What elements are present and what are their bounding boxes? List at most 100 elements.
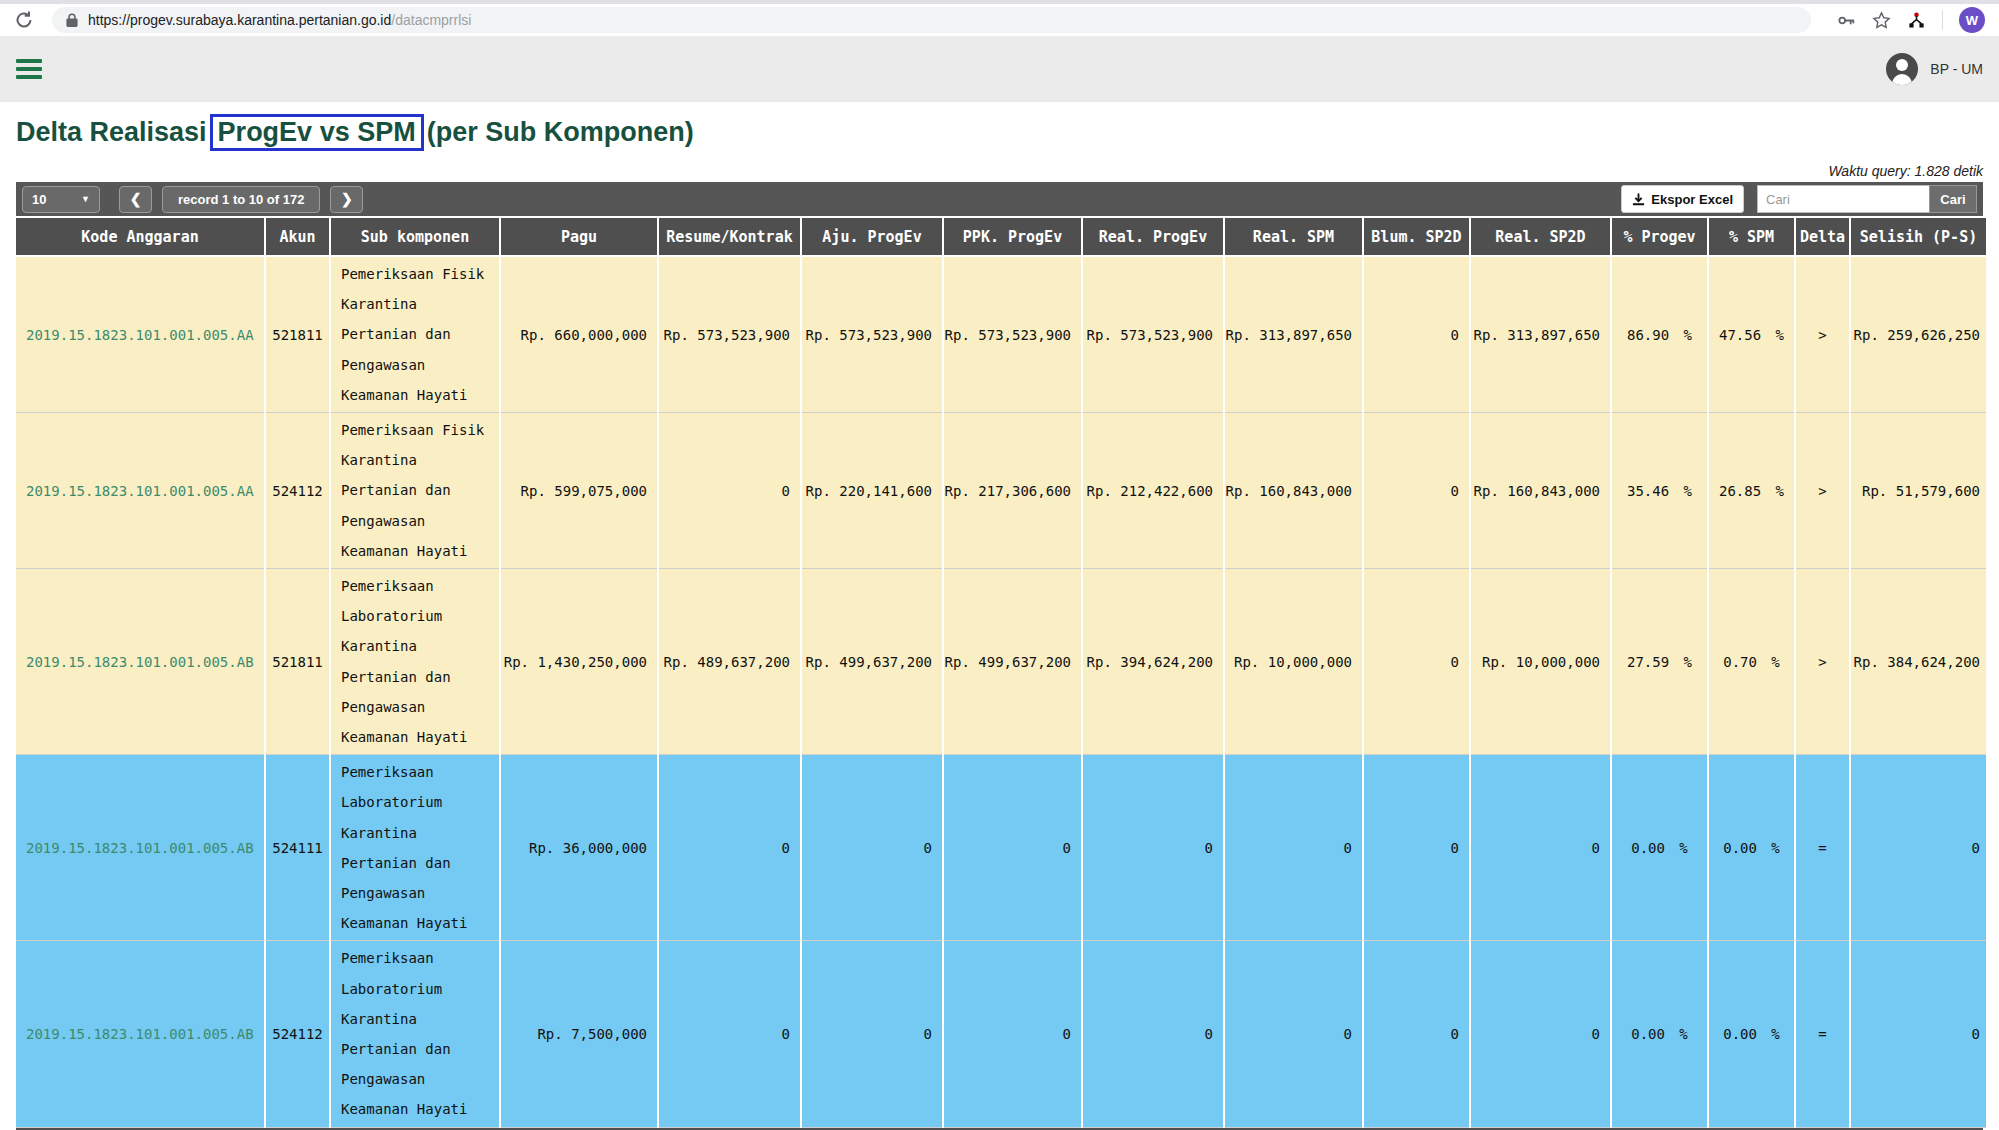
query-time: Waktu query: 1.828 detik	[16, 163, 1983, 179]
cell-ppk: Rp. 573,523,900	[943, 256, 1082, 413]
page-size-select[interactable]: 10▼	[22, 186, 100, 213]
cell-ppk: Rp. 217,306,600	[943, 413, 1082, 569]
cell-realspm: Rp. 10,000,000	[1224, 569, 1363, 755]
column-header-realsp2d[interactable]: Real. SP2D	[1470, 218, 1611, 256]
cell-delta: =	[1795, 755, 1850, 941]
menu-hamburger-icon[interactable]	[16, 59, 42, 79]
cell-aju: 0	[801, 941, 943, 1127]
column-header-resume[interactable]: Resume/Kontrak	[658, 218, 801, 256]
cell-realprogev: Rp. 212,422,600	[1082, 413, 1224, 569]
bookmark-star-icon[interactable]	[1872, 11, 1891, 30]
prev-page-button[interactable]: ❮	[119, 186, 152, 213]
divider	[1942, 10, 1943, 30]
cell-blum: 0	[1363, 256, 1470, 413]
cell-delta: >	[1795, 256, 1850, 413]
cell-pagu: Rp. 660,000,000	[500, 256, 658, 413]
cell-akun: 521811	[265, 256, 330, 413]
cell-sub: PemeriksaanLaboratoriumKarantinaPertania…	[330, 941, 500, 1127]
cell-akun: 521811	[265, 569, 330, 755]
cell-kode: 2019.15.1823.101.001.005.AB	[16, 941, 265, 1127]
search-button[interactable]: Cari	[1929, 185, 1977, 213]
column-header-delta[interactable]: Delta	[1795, 218, 1850, 256]
next-page-button[interactable]: ❯	[330, 186, 363, 213]
cell-sub: PemeriksaanLaboratoriumKarantinaPertania…	[330, 755, 500, 941]
cell-akun: 524112	[265, 941, 330, 1127]
column-header-akun[interactable]: Akun	[265, 218, 330, 256]
browser-chrome: https://progev.surabaya.karantina.pertan…	[0, 0, 1999, 36]
column-header-kode[interactable]: Kode Anggaran	[16, 218, 265, 256]
cell-pctprogev: 35.46 %	[1611, 413, 1708, 569]
cell-selisih: 0	[1850, 755, 1986, 941]
extension-icon[interactable]	[1907, 11, 1926, 30]
cell-sub: Pemeriksaan FisikKarantinaPertanian danP…	[330, 413, 500, 569]
cell-pagu: Rp. 36,000,000	[500, 755, 658, 941]
export-excel-button[interactable]: Ekspor Excel	[1621, 185, 1744, 213]
cell-aju: Rp. 220,141,600	[801, 413, 943, 569]
cell-realprogev: 0	[1082, 941, 1224, 1127]
cell-pctspm: 0.00 %	[1708, 941, 1795, 1127]
cell-resume: 0	[658, 413, 801, 569]
cell-sub: Pemeriksaan FisikKarantinaPertanian danP…	[330, 256, 500, 413]
column-header-realspm[interactable]: Real. SPM	[1224, 218, 1363, 256]
data-table: Kode AnggaranAkunSub komponenPaguResume/…	[16, 218, 1986, 1128]
cell-realsp2d: 0	[1470, 755, 1611, 941]
cell-realsp2d: Rp. 10,000,000	[1470, 569, 1611, 755]
column-header-sub[interactable]: Sub komponen	[330, 218, 500, 256]
cell-pctprogev: 0.00 %	[1611, 941, 1708, 1127]
cell-kode: 2019.15.1823.101.001.005.AA	[16, 256, 265, 413]
cell-pctprogev: 0.00 %	[1611, 755, 1708, 941]
cell-realsp2d: Rp. 313,897,650	[1470, 256, 1611, 413]
column-header-pagu[interactable]: Pagu	[500, 218, 658, 256]
cell-delta: >	[1795, 413, 1850, 569]
table-row: 2019.15.1823.101.001.005.AB521811Pemerik…	[16, 569, 1986, 755]
cell-realprogev: Rp. 573,523,900	[1082, 256, 1224, 413]
title-highlight-box: ProgEv vs SPM	[210, 114, 424, 151]
app-navbar: BP - UM	[0, 36, 1999, 102]
cell-realspm: 0	[1224, 755, 1363, 941]
cell-realprogev: Rp. 394,624,200	[1082, 569, 1224, 755]
cell-aju: Rp. 573,523,900	[801, 256, 943, 413]
cell-selisih: Rp. 51,579,600	[1850, 413, 1986, 569]
address-bar[interactable]: https://progev.surabaya.karantina.pertan…	[52, 7, 1811, 33]
column-header-realprogev[interactable]: Real. ProgEv	[1082, 218, 1224, 256]
cell-pagu: Rp. 599,075,000	[500, 413, 658, 569]
cell-resume: 0	[658, 755, 801, 941]
cell-aju: 0	[801, 755, 943, 941]
cell-delta: >	[1795, 569, 1850, 755]
lock-icon	[66, 13, 78, 27]
cell-ppk: 0	[943, 941, 1082, 1127]
column-header-ppk[interactable]: PPK. ProgEv	[943, 218, 1082, 256]
cell-realsp2d: Rp. 160,843,000	[1470, 413, 1611, 569]
cell-sub: PemeriksaanLaboratoriumKarantinaPertania…	[330, 569, 500, 755]
cell-pctprogev: 27.59 %	[1611, 569, 1708, 755]
column-header-blum[interactable]: Blum. SP2D	[1363, 218, 1470, 256]
cell-akun: 524112	[265, 413, 330, 569]
table-header-row: Kode AnggaranAkunSub komponenPaguResume/…	[16, 218, 1986, 256]
cell-delta: =	[1795, 941, 1850, 1127]
cell-kode: 2019.15.1823.101.001.005.AA	[16, 413, 265, 569]
cell-ppk: 0	[943, 755, 1082, 941]
cell-selisih: Rp. 384,624,200	[1850, 569, 1986, 755]
cell-selisih: 0	[1850, 941, 1986, 1127]
column-header-aju[interactable]: Aju. ProgEv	[801, 218, 943, 256]
user-menu[interactable]: BP - UM	[1886, 53, 1983, 85]
cell-realsp2d: 0	[1470, 941, 1611, 1127]
search-input[interactable]	[1757, 185, 1929, 213]
column-header-selisih[interactable]: Selisih (P-S)	[1850, 218, 1986, 256]
reload-icon[interactable]	[14, 10, 34, 30]
cell-pctspm: 0.00 %	[1708, 755, 1795, 941]
table-row: 2019.15.1823.101.001.005.AA521811Pemerik…	[16, 256, 1986, 413]
browser-profile-avatar[interactable]: W	[1959, 7, 1985, 33]
cell-kode: 2019.15.1823.101.001.005.AB	[16, 755, 265, 941]
cell-pctprogev: 86.90 %	[1611, 256, 1708, 413]
cell-realspm: 0	[1224, 941, 1363, 1127]
user-avatar-icon	[1886, 53, 1918, 85]
key-icon[interactable]	[1837, 11, 1856, 30]
cell-pctspm: 26.85 %	[1708, 413, 1795, 569]
download-icon	[1632, 193, 1645, 206]
url-text: https://progev.surabaya.karantina.pertan…	[88, 12, 471, 28]
cell-selisih: Rp. 259,626,250	[1850, 256, 1986, 413]
column-header-pctspm[interactable]: % SPM	[1708, 218, 1795, 256]
table-toolbar: 10▼ ❮ record 1 to 10 of 172 ❯ Ekspor Exc…	[16, 182, 1983, 216]
column-header-pctprogev[interactable]: % Progev	[1611, 218, 1708, 256]
